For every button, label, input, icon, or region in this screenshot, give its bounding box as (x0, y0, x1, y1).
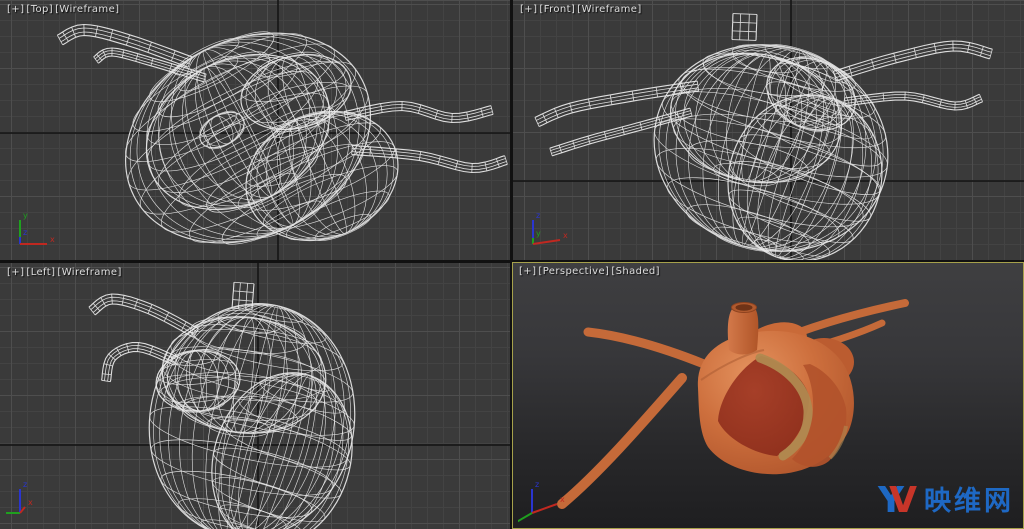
viewport-label: [+][Top][Wireframe] (7, 4, 121, 15)
world-axis-gizmo: zy x (519, 210, 579, 256)
aorta-opening (736, 304, 753, 310)
viewport-menu-icon[interactable]: [+] (7, 267, 24, 278)
viewport-name-menu[interactable]: [Left] (26, 267, 55, 278)
aorta (728, 308, 759, 355)
watermark-text: 映维网 (924, 488, 1014, 515)
viewport-shading-menu[interactable]: [Shaded] (611, 266, 660, 277)
heart-wireframe-model-top[interactable] (0, 0, 510, 260)
viewport-label: [+][Perspective][Shaded] (519, 266, 662, 277)
viewport-menu-icon[interactable]: [+] (520, 4, 537, 15)
viewport-name-menu[interactable]: [Front] (539, 4, 575, 15)
svg-text:x: x (50, 235, 55, 244)
heart-wireframe-model-front[interactable] (513, 0, 1024, 260)
viewport-menu-icon[interactable]: [+] (519, 266, 536, 277)
viewport-name-menu[interactable]: [Perspective] (538, 266, 609, 277)
viewport-left[interactable]: [+][Left][Wireframe] zyx (0, 263, 510, 529)
max-viewport-layout: [+][Top][Wireframe] yzx [+][Front][Wiref… (0, 0, 1024, 529)
viewport-shading-menu[interactable]: [Wireframe] (57, 267, 121, 278)
viewport-top[interactable]: [+][Top][Wireframe] yz x (0, 0, 510, 260)
world-axis-gizmo: zxy (518, 479, 578, 525)
watermark-logo-v: V (889, 483, 917, 519)
viewport-label: [+][Front][Wireframe] (520, 4, 644, 15)
world-axis-gizmo: zyx (6, 479, 66, 525)
svg-text:y: y (536, 229, 541, 238)
viewport-label: [+][Left][Wireframe] (7, 267, 124, 278)
world-axis-gizmo: yz x (6, 210, 66, 256)
vessel-left-long (562, 378, 682, 504)
viewport-menu-icon[interactable]: [+] (7, 4, 24, 15)
svg-text:z: z (535, 480, 539, 489)
viewport-front[interactable]: [+][Front][Wireframe] zy x (513, 0, 1024, 260)
svg-text:x: x (560, 495, 565, 504)
viewport-shading-menu[interactable]: [Wireframe] (55, 4, 119, 15)
svg-text:x: x (563, 231, 568, 240)
svg-text:z: z (536, 211, 540, 220)
viewport-name-menu[interactable]: [Top] (26, 4, 53, 15)
vessel-left-upper (588, 332, 704, 364)
yingwei-watermark: Y V 映维网 (878, 483, 1014, 519)
svg-text:z: z (23, 480, 27, 489)
svg-text:y: y (23, 211, 28, 220)
svg-text:z: z (23, 228, 27, 237)
svg-text:x: x (28, 498, 33, 507)
heart-wireframe-model-left[interactable] (0, 263, 510, 529)
viewport-shading-menu[interactable]: [Wireframe] (577, 4, 641, 15)
